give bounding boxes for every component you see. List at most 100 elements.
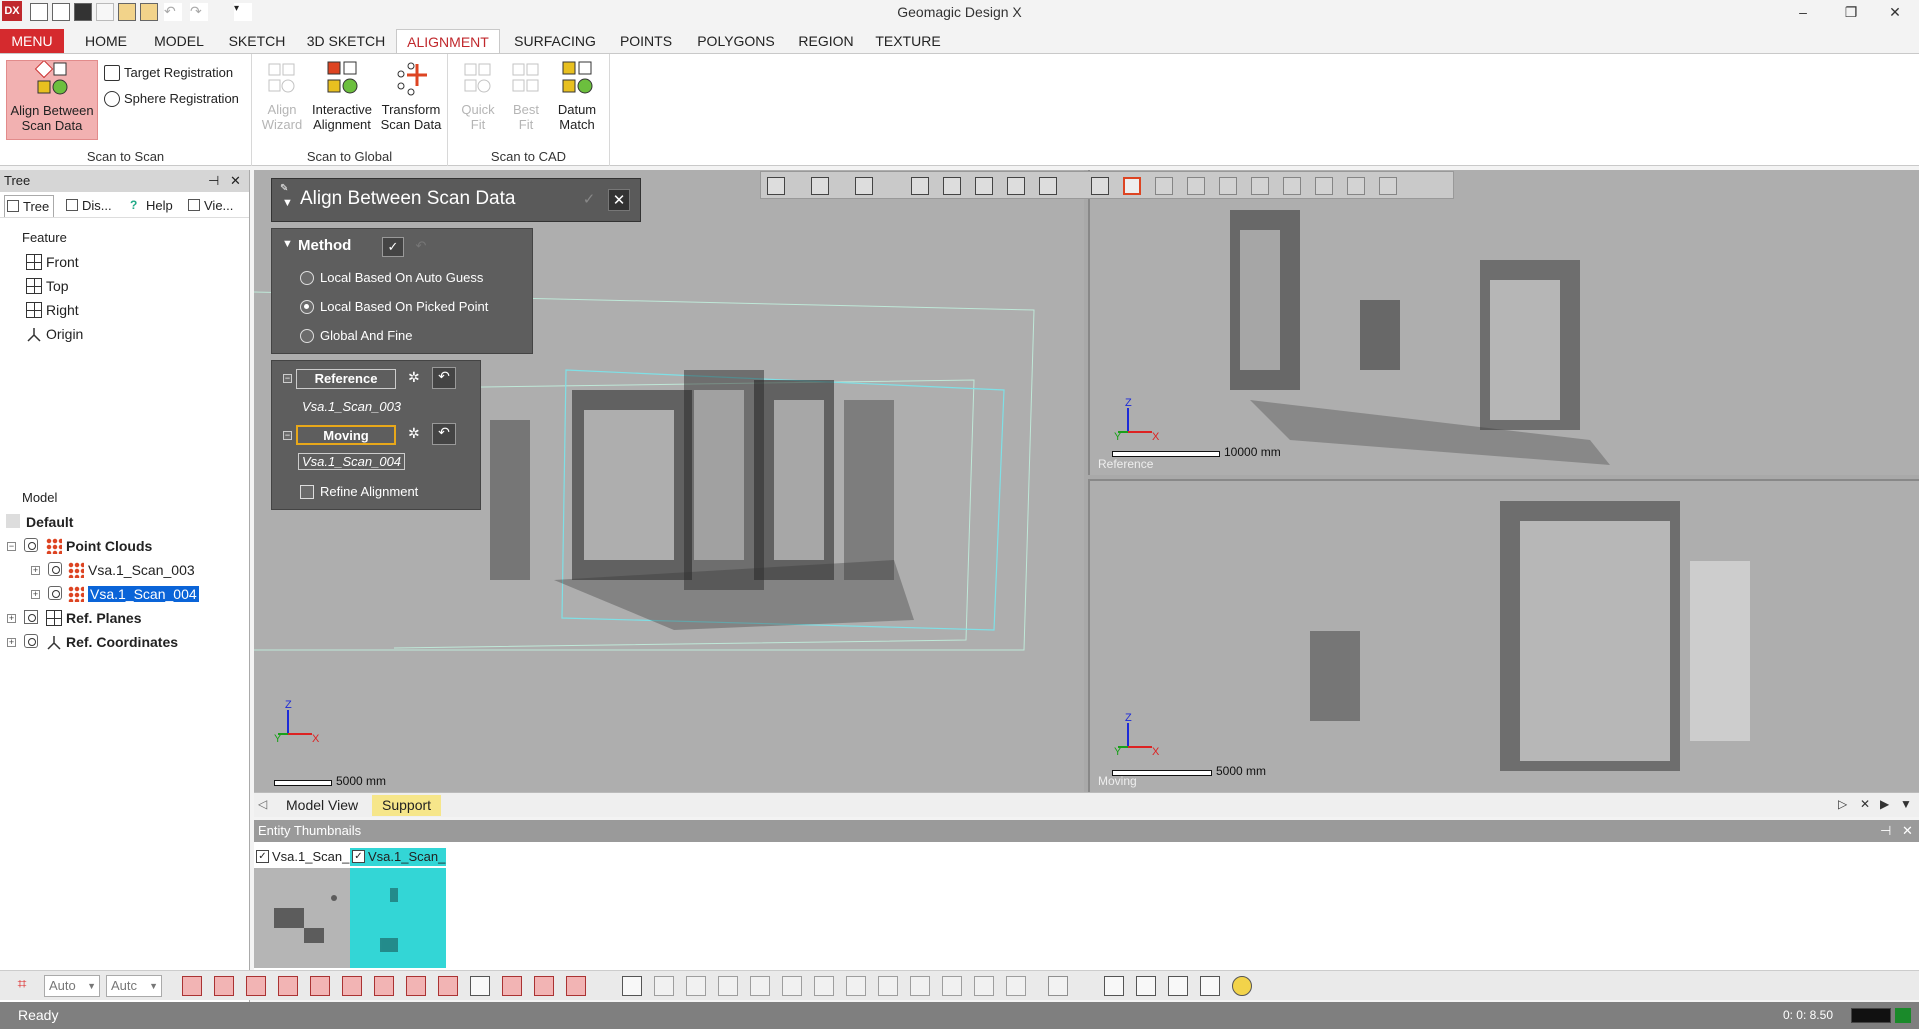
collapse-method-icon[interactable]: ▼	[282, 238, 293, 250]
next-view-icon[interactable]: ▶	[1880, 797, 1889, 811]
select-tool-5-icon[interactable]	[750, 976, 770, 996]
reference-options-icon[interactable]: ✲	[408, 369, 420, 386]
feature-right[interactable]: Right	[24, 300, 79, 320]
paint-select-icon[interactable]	[1283, 177, 1301, 195]
feature-top[interactable]: Top	[24, 276, 69, 296]
side-view-icon[interactable]	[975, 177, 993, 195]
expand-scan-003-icon[interactable]: +	[31, 566, 40, 575]
datum-match-button[interactable]: Datum Match	[552, 60, 602, 132]
maximize-button[interactable]: ❐	[1836, 2, 1866, 22]
filter-sketch-icon[interactable]	[406, 976, 426, 996]
tab-surfacing[interactable]: SURFACING	[508, 29, 602, 53]
interactive-alignment-button[interactable]: Interactive Alignment	[308, 60, 376, 132]
tab-sketch[interactable]: SKETCH	[222, 29, 292, 53]
expand-ref-planes-icon[interactable]: +	[7, 614, 16, 623]
moving-field[interactable]: Moving	[296, 425, 396, 445]
measure-radius-icon[interactable]	[1168, 976, 1188, 996]
select-tool-12-icon[interactable]	[974, 976, 994, 996]
visibility-icon[interactable]	[24, 538, 38, 552]
extension-select-icon[interactable]	[1347, 177, 1365, 195]
clipboard-icon[interactable]	[1048, 976, 1068, 996]
lasso-select-icon[interactable]	[1219, 177, 1237, 195]
select-tool-7-icon[interactable]	[814, 976, 834, 996]
reference-undo-icon[interactable]: ↶	[432, 367, 456, 389]
filter-measure-icon[interactable]	[566, 976, 586, 996]
flood-select-icon[interactable]	[1315, 177, 1333, 195]
selection-mode-combo-2[interactable]: Autc ▼	[106, 975, 162, 997]
expand-point-clouds-icon[interactable]: −	[7, 542, 16, 551]
moving-undo-icon[interactable]: ↶	[432, 423, 456, 445]
quick-fit-button[interactable]: Quick Fit	[456, 60, 500, 132]
tab-support[interactable]: Support	[372, 795, 442, 816]
thumbnail-checkbox[interactable]: ✓	[352, 850, 365, 863]
scroll-left-icon[interactable]: ◁	[258, 797, 267, 811]
pin-icon[interactable]: ⊣	[1880, 820, 1891, 842]
tab-alignment[interactable]: ALIGNMENT	[396, 29, 500, 53]
select-tool-4-icon[interactable]	[718, 976, 738, 996]
select-tool-10-icon[interactable]	[910, 976, 930, 996]
model-ref-coordinates[interactable]: Ref. Coordinates	[44, 632, 178, 652]
thumbnail-item[interactable]: ✓ Vsa.1_Scan_	[254, 848, 350, 968]
iso-view-icon[interactable]	[911, 177, 929, 195]
tab-points[interactable]: POINTS	[612, 29, 680, 53]
sphere-registration-button[interactable]: Sphere Registration	[104, 88, 239, 110]
dialog-pin-icon[interactable]: ✎	[280, 183, 288, 194]
expand-scan-004-icon[interactable]: +	[31, 590, 40, 599]
tab-model-view[interactable]: Model View	[276, 795, 368, 816]
scan-003-item[interactable]: Vsa.1_Scan_003	[66, 560, 195, 580]
filter-axis-icon[interactable]	[502, 976, 522, 996]
rectangle-select-icon[interactable]	[1123, 177, 1141, 195]
close-panel-icon[interactable]: ✕	[230, 170, 241, 192]
filter-coord-icon[interactable]	[534, 976, 554, 996]
model-default[interactable]: Default	[4, 512, 73, 532]
method-undo-button[interactable]: ↶	[410, 237, 432, 257]
visibility-select-icon[interactable]	[1379, 177, 1397, 195]
visibility-icon[interactable]	[48, 562, 62, 576]
tab-polygons[interactable]: POLYGONS	[692, 29, 780, 53]
tab-region[interactable]: REGION	[792, 29, 860, 53]
filter-face-icon[interactable]	[214, 976, 234, 996]
select-tool-2-icon[interactable]	[654, 976, 674, 996]
measure-deviation-icon[interactable]	[1232, 976, 1252, 996]
select-tool-11-icon[interactable]	[942, 976, 962, 996]
model-ref-planes[interactable]: Ref. Planes	[44, 608, 141, 628]
align-wizard-button[interactable]: Align Wizard	[260, 60, 304, 132]
tab-home[interactable]: HOME	[74, 29, 138, 53]
tab-3d-sketch[interactable]: 3D SKETCH	[302, 29, 390, 53]
reference-viewport[interactable]: Z X Y 10000 mm Reference	[1088, 170, 1919, 475]
freeform-select-icon[interactable]	[1251, 177, 1269, 195]
dialog-cancel-button[interactable]: ✕	[608, 189, 630, 211]
front-view-icon[interactable]	[943, 177, 961, 195]
measure-section-icon[interactable]	[1200, 976, 1220, 996]
filter-edge-icon[interactable]	[342, 976, 362, 996]
view-menu-icon[interactable]: ▼	[1900, 797, 1912, 811]
scroll-right-icon[interactable]: ▷	[1838, 797, 1847, 811]
tab-display[interactable]: Dis...	[64, 195, 112, 217]
dialog-ok-button[interactable]: ✓	[578, 189, 600, 211]
thumbnail-item-selected[interactable]: ✓ Vsa.1_Scan_	[350, 848, 446, 968]
circle-select-icon[interactable]	[1155, 177, 1173, 195]
tab-tree[interactable]: Tree	[4, 195, 55, 217]
tab-model[interactable]: MODEL	[148, 29, 210, 53]
method-confirm-button[interactable]: ✓	[382, 237, 404, 257]
tab-view[interactable]: Vie...	[186, 195, 233, 217]
split-view-icon[interactable]	[1007, 177, 1025, 195]
select-tool-6-icon[interactable]	[782, 976, 802, 996]
align-view-icon[interactable]	[1039, 177, 1057, 195]
reference-field[interactable]: Reference	[296, 369, 396, 389]
expand-ref-coords-icon[interactable]: +	[7, 638, 16, 647]
close-thumbnails-icon[interactable]: ✕	[1902, 820, 1913, 842]
select-tool-3-icon[interactable]	[686, 976, 706, 996]
pin-icon[interactable]: ⊣	[208, 170, 219, 192]
view-cube-icon[interactable]	[811, 177, 829, 195]
tab-menu[interactable]: MENU	[0, 29, 64, 53]
view-select-icon[interactable]	[767, 177, 785, 195]
method-option-auto-guess[interactable]: Local Based On Auto Guess	[300, 269, 483, 287]
select-tool-8-icon[interactable]	[846, 976, 866, 996]
moving-viewport[interactable]: Z X Y 5000 mm Moving	[1088, 479, 1919, 792]
filter-mesh-icon[interactable]	[278, 976, 298, 996]
minimize-button[interactable]: –	[1788, 2, 1818, 22]
feature-origin[interactable]: Origin	[24, 324, 83, 344]
measure-angle-icon[interactable]	[1136, 976, 1156, 996]
close-window-button[interactable]: ✕	[1880, 2, 1910, 22]
